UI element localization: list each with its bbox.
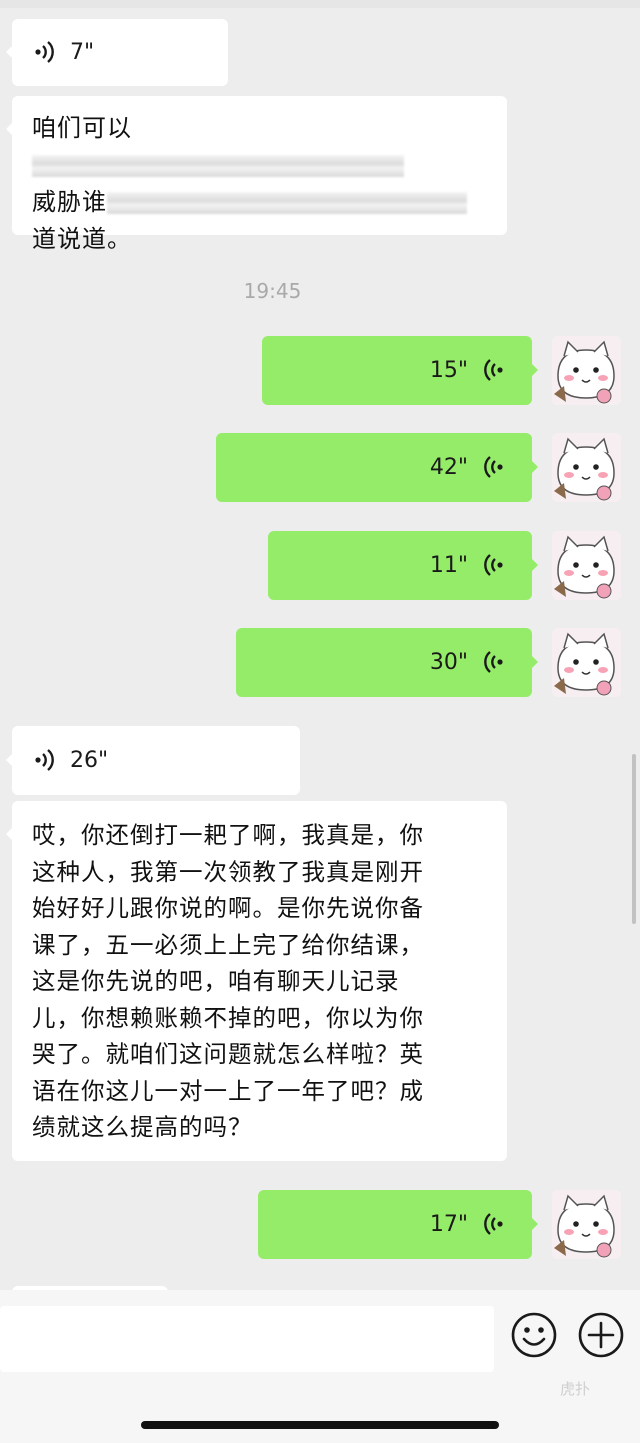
message-line: 儿，你想赖账赖不掉的吧，你以为你	[32, 1003, 424, 1032]
emoji-button[interactable]	[509, 1310, 559, 1360]
bubble-tail	[6, 827, 13, 841]
message-line: 道说道。	[32, 225, 132, 253]
smiley-face-icon	[511, 1312, 557, 1358]
avatar[interactable]	[552, 531, 621, 600]
voice-duration: 15"	[429, 357, 468, 383]
timestamp: 19:45	[243, 279, 302, 303]
plus-circle-icon	[578, 1312, 624, 1358]
outgoing-voice-message[interactable]: 17"	[258, 1190, 538, 1259]
bubble-tail	[531, 655, 538, 669]
bubble-tail	[531, 558, 538, 572]
avatar[interactable]	[552, 336, 621, 405]
watermark: 虎扑	[560, 1380, 591, 1398]
voice-duration: 11"	[429, 552, 468, 578]
more-button[interactable]	[576, 1310, 626, 1360]
incoming-text-message[interactable]: 哎，你还倒打一耙了啊，我真是，你 这种人，我第一次领教了我真是刚开 始好好儿跟你…	[6, 801, 507, 1161]
voice-wave-icon	[484, 554, 503, 576]
bubble-tail	[6, 753, 13, 767]
message-line: 咱们可以	[32, 114, 132, 142]
bubble-tail	[531, 460, 538, 474]
voice-wave-icon	[35, 41, 54, 63]
message-line: 课了，五一必须上上完了给你结课，	[32, 930, 424, 959]
cat-avatar-icon	[552, 336, 621, 405]
cat-avatar-icon	[552, 628, 621, 697]
redacted-region	[107, 192, 467, 214]
message-line: 语在你这儿一对一上了一年了吧？成	[32, 1076, 424, 1105]
message-line: 这是你先说的吧，咱有聊天儿记录	[32, 967, 400, 995]
cat-avatar-icon	[552, 531, 621, 600]
avatar[interactable]	[552, 628, 621, 697]
message-line: 威胁谁	[32, 188, 107, 216]
incoming-text-message[interactable]: 咱们可以 威胁谁 道说道。	[6, 96, 507, 253]
bubble-tail	[531, 1217, 538, 1231]
message-line: 绩就这么提高的吗？	[32, 1113, 253, 1141]
cat-avatar-icon	[552, 1190, 621, 1259]
avatar[interactable]	[552, 1190, 621, 1259]
redacted-region	[32, 155, 404, 177]
voice-duration: 42"	[429, 454, 468, 480]
voice-wave-icon	[484, 1213, 503, 1235]
voice-duration: 30"	[429, 649, 468, 675]
avatar[interactable]	[552, 433, 621, 502]
voice-duration: 7"	[70, 39, 95, 65]
bubble-tail	[6, 45, 13, 59]
outgoing-voice-message[interactable]: 11"	[268, 531, 538, 600]
message-input[interactable]	[0, 1306, 494, 1372]
voice-wave-icon	[35, 749, 54, 771]
outgoing-voice-message[interactable]: 42"	[216, 433, 538, 502]
voice-wave-icon	[484, 651, 503, 673]
message-line: 始好好儿跟你说的啊。是你先说你备	[32, 894, 424, 922]
message-line: 哭了。就咱们这问题就怎么样啦？英	[32, 1040, 424, 1068]
home-indicator[interactable]	[141, 1421, 499, 1429]
voice-duration: 26"	[70, 747, 109, 773]
voice-duration: 17"	[429, 1211, 468, 1237]
top-edge	[0, 0, 640, 8]
bubble-tail	[531, 363, 538, 377]
incoming-voice-message[interactable]: 26"	[6, 726, 300, 795]
voice-wave-icon	[484, 359, 503, 381]
cat-avatar-icon	[552, 433, 621, 502]
voice-wave-icon	[484, 456, 503, 478]
outgoing-voice-message[interactable]: 15"	[262, 336, 538, 405]
message-line: 这种人，我第一次领教了我真是刚开	[32, 857, 424, 886]
scrollbar[interactable]	[632, 754, 636, 924]
incoming-voice-message[interactable]: 7"	[6, 19, 228, 86]
message-line: 哎，你还倒打一耙了啊，我真是，你	[32, 821, 424, 849]
bubble-tail	[6, 122, 13, 136]
outgoing-voice-message[interactable]: 30"	[236, 628, 538, 697]
